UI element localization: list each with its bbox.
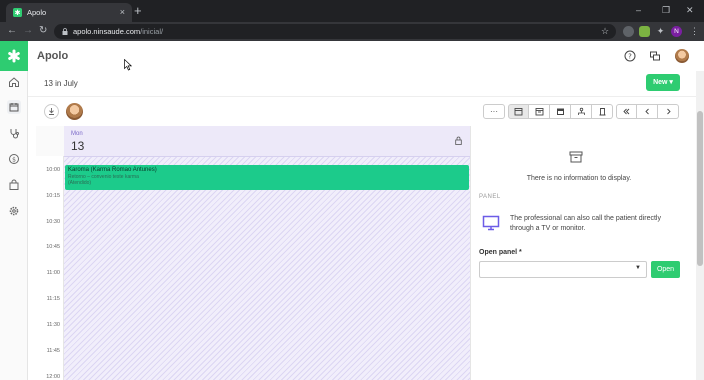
calendar-icon[interactable]: [7, 100, 21, 114]
time-label: 10:00: [46, 167, 60, 173]
svg-text:?: ?: [628, 53, 632, 61]
more-dots: ···: [490, 107, 498, 116]
browser-menu-icon[interactable]: ⋮: [690, 24, 699, 38]
previous-fast-button[interactable]: [616, 104, 637, 119]
page-title: 13 in July: [44, 79, 78, 88]
professional-avatar[interactable]: [66, 103, 83, 120]
browser-tab[interactable]: ✱ Apolo ×: [6, 3, 132, 22]
svg-text:$: $: [12, 156, 16, 163]
caret-down-icon: ▼: [635, 265, 641, 271]
reload-button[interactable]: ↻: [39, 24, 47, 38]
time-gutter: 10:00 10:15 10:30 10:45 11:00 11:15 11:3…: [36, 156, 64, 380]
new-button[interactable]: New ▾: [646, 74, 680, 91]
time-label: 10:15: [46, 193, 60, 199]
day-number: 13: [71, 139, 85, 153]
chevron-right-icon: [666, 108, 671, 115]
tab-title: Apolo: [27, 8, 47, 17]
month-view-button[interactable]: [550, 104, 571, 119]
week-view-button[interactable]: [529, 104, 550, 119]
day-column-header[interactable]: Mon 13: [64, 126, 470, 156]
calendar-week-icon: [535, 108, 543, 116]
time-gutter-header: [36, 126, 64, 156]
event-status: (Atendido): [68, 180, 92, 186]
time-label: 10:30: [46, 219, 60, 225]
stethoscope-icon[interactable]: [7, 126, 21, 140]
people-icon: [577, 107, 585, 115]
mouse-cursor-icon: [124, 59, 132, 71]
more-options-button[interactable]: ···: [483, 104, 505, 119]
time-label: 11:30: [46, 322, 60, 328]
next-button[interactable]: [658, 104, 679, 119]
app-sidebar: $: [0, 41, 28, 380]
sub-header: 13 in July New ▾: [28, 71, 696, 97]
professionals-view-button[interactable]: [571, 104, 592, 119]
lock-icon: [62, 28, 68, 35]
bookmark-star-icon[interactable]: ☆: [601, 24, 609, 38]
help-icon[interactable]: ?: [624, 50, 636, 62]
url-text: apolo.ninsaude.com/inicial/: [73, 27, 163, 36]
rooms-view-button[interactable]: [592, 104, 613, 119]
calendar-month-icon: [556, 108, 564, 115]
gear-icon[interactable]: [7, 204, 21, 218]
extensions-puzzle-icon[interactable]: ✦: [655, 26, 666, 37]
empty-message: There is no information to display.: [526, 175, 632, 182]
double-chevron-left-icon: [623, 108, 630, 115]
browser-tabbar: ✱ Apolo × + – ❐ ✕: [0, 0, 704, 22]
profile-avatar[interactable]: N: [671, 26, 682, 37]
back-button[interactable]: ←: [7, 24, 17, 38]
time-label: 11:45: [46, 348, 60, 354]
tab-close-icon[interactable]: ×: [120, 6, 125, 18]
minimize-button[interactable]: –: [636, 3, 641, 17]
appointment-event[interactable]: Karoma (Karma Romao Antunes) Retorno – c…: [65, 165, 469, 190]
event-title: Karoma (Karma Romao Antunes): [68, 167, 157, 173]
dollar-icon[interactable]: $: [7, 152, 21, 166]
calendar-day-icon: [514, 108, 523, 116]
chevron-left-icon: [644, 108, 649, 115]
app-title: Apolo: [37, 50, 69, 62]
download-button[interactable]: [44, 104, 59, 119]
extension-icon[interactable]: [639, 26, 650, 37]
app-favicon-icon: ✱: [13, 8, 22, 17]
app-logo[interactable]: [0, 41, 28, 71]
shopping-bag-icon[interactable]: [7, 178, 21, 192]
user-avatar[interactable]: [675, 49, 689, 63]
download-icon: [49, 108, 54, 115]
address-bar[interactable]: apolo.ninsaude.com/inicial/: [54, 24, 616, 39]
scrollbar-thumb[interactable]: [697, 111, 703, 266]
previous-button[interactable]: [637, 104, 658, 119]
time-label: 11:00: [46, 270, 60, 276]
new-tab-button[interactable]: +: [134, 4, 142, 18]
lock-icon[interactable]: [455, 136, 462, 145]
calendar-toolbar: ···: [36, 98, 686, 126]
open-panel-select[interactable]: ▼: [479, 261, 647, 278]
door-icon: [599, 108, 605, 116]
time-label: 12:00: [46, 374, 60, 380]
open-panel-button[interactable]: Open: [651, 261, 680, 278]
time-label: 11:15: [46, 296, 60, 302]
url-path: /inicial/: [140, 27, 164, 36]
archive-box-icon: [569, 151, 583, 163]
panel-section-label: PANEL: [479, 194, 501, 200]
maximize-button[interactable]: ❐: [662, 3, 670, 17]
browser-toolbar: ← → ↻ apolo.ninsaude.com/inicial/ ☆ ✦ N …: [0, 22, 704, 41]
url-host: apolo.ninsaude.com: [73, 27, 141, 36]
home-icon[interactable]: [7, 75, 21, 89]
day-view-button[interactable]: [508, 104, 529, 119]
panel-description: The professional can also call the patie…: [510, 215, 661, 232]
forward-button[interactable]: →: [23, 24, 33, 38]
extension-icon[interactable]: [623, 26, 634, 37]
page-scrollbar[interactable]: [696, 71, 704, 380]
chat-icon[interactable]: [649, 50, 661, 62]
day-name: Mon: [71, 131, 83, 137]
open-panel-label: Open panel *: [479, 249, 522, 256]
details-panel: There is no information to display. PANE…: [470, 126, 686, 380]
asterisk-logo-icon: [8, 49, 20, 63]
svg-text:✱: ✱: [14, 8, 20, 17]
monitor-icon: [482, 215, 500, 231]
time-label: 10:45: [46, 244, 60, 250]
close-window-button[interactable]: ✕: [686, 3, 694, 17]
